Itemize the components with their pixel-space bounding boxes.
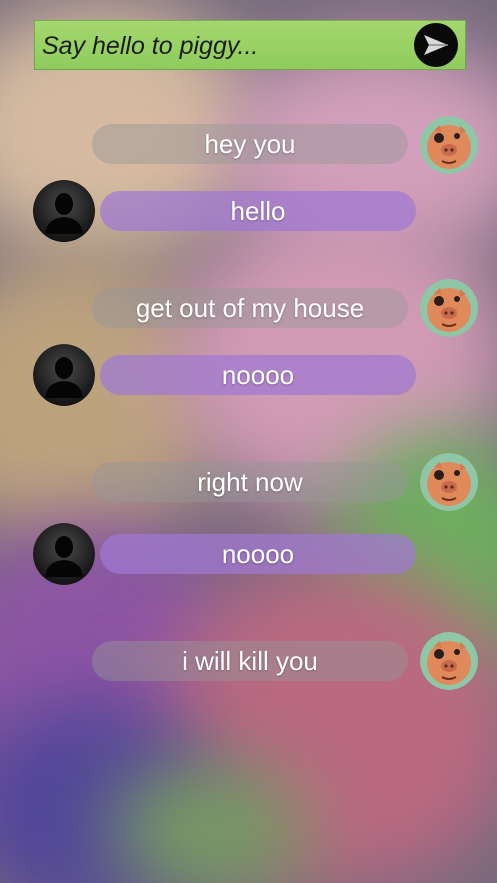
piggy-avatar-icon: [420, 116, 478, 174]
message-text: get out of my house: [135, 292, 365, 323]
message-text: i will kill you: [182, 645, 318, 676]
user-message-bubble: hello: [100, 191, 416, 231]
piggy-message-bubble: hey you: [92, 124, 408, 164]
message-text: hello: [230, 195, 286, 226]
send-button[interactable]: [414, 23, 458, 67]
piggy-message-bubble: right now: [92, 462, 408, 502]
piggy-message-bubble: get out of my house: [92, 288, 408, 328]
piggy-message-bubble: i will kill you: [92, 641, 408, 681]
piggy-avatar-icon: [420, 279, 478, 337]
user-message-bubble: noooo: [100, 534, 416, 574]
message-text: right now: [197, 466, 303, 497]
message-text: hey you: [204, 128, 296, 159]
user-silhouette-icon: [33, 523, 95, 585]
user-silhouette-icon: [33, 180, 95, 242]
message-text: noooo: [221, 359, 295, 390]
message-input-bar: [34, 20, 466, 70]
piggy-avatar-icon: [420, 453, 478, 511]
message-text: noooo: [221, 538, 295, 569]
send-arrow-icon: [424, 35, 448, 55]
piggy-avatar-icon: [420, 632, 478, 690]
user-message-bubble: noooo: [100, 355, 416, 395]
user-silhouette-icon: [33, 344, 95, 406]
message-input[interactable]: [40, 26, 404, 66]
